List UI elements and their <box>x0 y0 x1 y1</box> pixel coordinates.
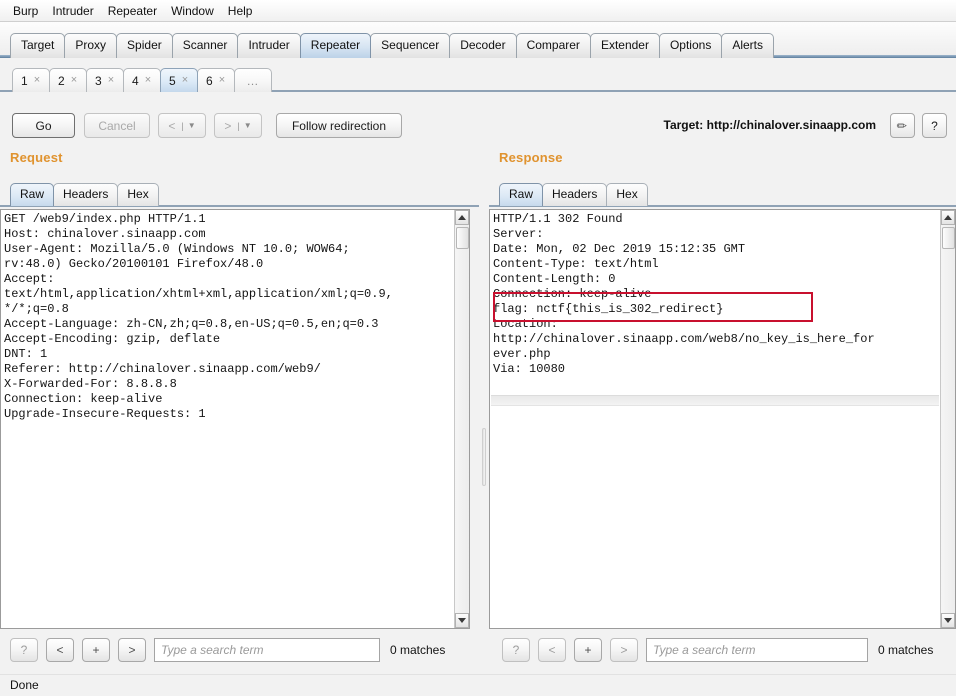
edit-target-button[interactable]: ✎ <box>890 113 915 138</box>
response-search-bar: ? < + > Type a search term 0 matches <box>502 637 952 663</box>
previous-request-button: < | ▼ <box>158 113 206 138</box>
repeater-tab-more[interactable]: … <box>234 68 272 92</box>
response-tab-hex[interactable]: Hex <box>606 183 648 206</box>
menu-item-repeater[interactable]: Repeater <box>101 2 164 20</box>
close-icon[interactable]: × <box>219 75 225 86</box>
response-tab-headers[interactable]: Headers <box>542 183 608 206</box>
response-search-help-button[interactable]: ? <box>502 638 530 662</box>
request-tab-hex[interactable]: Hex <box>117 183 159 206</box>
burp-suite-window: Burp Intruder Repeater Window Help Targe… <box>0 0 956 696</box>
request-title: Request <box>10 150 63 165</box>
response-search-prev-button[interactable]: < <box>538 638 566 662</box>
question-mark-icon: ? <box>931 118 938 133</box>
next-request-button: > | ▼ <box>214 113 262 138</box>
repeater-tab-1[interactable]: 1 × <box>12 68 50 92</box>
tab-repeater[interactable]: Repeater <box>299 33 372 58</box>
go-button[interactable]: Go <box>12 113 75 138</box>
request-search-input[interactable]: Type a search term <box>154 638 380 662</box>
tab-spider[interactable]: Spider <box>116 33 173 58</box>
close-icon[interactable]: × <box>71 75 77 86</box>
request-raw-text: GET /web9/index.php HTTP/1.1 Host: china… <box>4 212 393 421</box>
close-icon[interactable]: × <box>108 75 114 86</box>
close-icon[interactable]: × <box>34 75 40 86</box>
tab-options[interactable]: Options <box>658 33 723 58</box>
close-icon[interactable]: × <box>145 75 151 86</box>
request-tab-headers[interactable]: Headers <box>53 183 119 206</box>
repeater-tab-label: 4 <box>132 73 139 88</box>
menu-bar: Burp Intruder Repeater Window Help <box>0 0 956 22</box>
response-raw-text: HTTP/1.1 302 Found Server: Date: Mon, 02… <box>493 212 875 376</box>
main-tab-strip: Target Proxy Spider Scanner Intruder Rep… <box>0 22 956 58</box>
status-bar: Done <box>0 674 956 696</box>
repeater-tab-strip: 1 × 2 × 3 × 4 × 5 × 6 × … <box>0 58 956 92</box>
follow-redirection-button[interactable]: Follow redirection <box>276 113 402 138</box>
tab-scanner[interactable]: Scanner <box>171 33 239 58</box>
chevron-down-icon: ▼ <box>243 121 252 130</box>
tab-decoder[interactable]: Decoder <box>449 33 517 58</box>
response-search-next-button[interactable]: > <box>610 638 638 662</box>
request-subtabs: Raw Headers Hex <box>10 181 159 206</box>
help-button[interactable]: ? <box>922 113 947 138</box>
repeater-tab-label: 6 <box>206 73 213 88</box>
repeater-tab-6[interactable]: 6 × <box>197 68 235 92</box>
request-match-count: 0 matches <box>390 643 446 657</box>
pencil-icon: ✎ <box>893 116 912 135</box>
request-search-bar: ? < + > Type a search term 0 matches <box>10 637 470 663</box>
request-editor[interactable]: GET /web9/index.php HTTP/1.1 Host: china… <box>0 209 470 629</box>
request-tab-raw[interactable]: Raw <box>10 183 55 206</box>
repeater-tab-3[interactable]: 3 × <box>86 68 124 92</box>
response-editor[interactable]: HTTP/1.1 302 Found Server: Date: Mon, 02… <box>489 209 956 629</box>
request-search-prev-button[interactable]: < <box>46 638 74 662</box>
response-search-add-button[interactable]: + <box>574 638 602 662</box>
repeater-tab-label: 5 <box>169 73 176 88</box>
close-icon[interactable]: × <box>182 75 188 86</box>
tab-comparer[interactable]: Comparer <box>515 33 591 58</box>
tab-intruder[interactable]: Intruder <box>237 33 301 58</box>
scroll-thumb[interactable] <box>942 227 955 249</box>
menu-item-intruder[interactable]: Intruder <box>45 2 100 20</box>
response-search-input[interactable]: Type a search term <box>646 638 868 662</box>
repeater-tab-label: 2 <box>58 73 65 88</box>
repeater-tab-2[interactable]: 2 × <box>49 68 87 92</box>
status-text: Done <box>10 678 39 692</box>
splitter-grip[interactable] <box>482 428 486 486</box>
request-search-next-button[interactable]: > <box>118 638 146 662</box>
repeater-tab-4[interactable]: 4 × <box>123 68 161 92</box>
scroll-down-icon[interactable] <box>455 613 469 628</box>
tab-target[interactable]: Target <box>10 33 66 58</box>
menu-item-window[interactable]: Window <box>164 2 221 20</box>
response-body-separator <box>491 395 939 406</box>
menu-item-help[interactable]: Help <box>221 2 260 20</box>
repeater-tab-label: 3 <box>95 73 102 88</box>
request-search-help-button[interactable]: ? <box>10 638 38 662</box>
tab-alerts[interactable]: Alerts <box>721 33 775 58</box>
repeater-tab-5[interactable]: 5 × <box>160 68 198 92</box>
target-label: Target: http://chinalover.sinaapp.com <box>663 118 876 132</box>
previous-arrow-icon: < <box>168 118 176 133</box>
repeater-tab-label: 1 <box>21 73 28 88</box>
scroll-thumb[interactable] <box>456 227 469 249</box>
tab-sequencer[interactable]: Sequencer <box>370 33 451 58</box>
panel-splitter[interactable] <box>479 150 489 662</box>
next-arrow-icon: > <box>224 118 232 133</box>
divider: | <box>237 120 240 131</box>
response-tab-raw[interactable]: Raw <box>499 183 544 206</box>
response-subtabs: Raw Headers Hex <box>499 181 648 206</box>
cancel-button: Cancel <box>84 113 150 138</box>
tab-proxy[interactable]: Proxy <box>64 33 118 58</box>
tab-extender[interactable]: Extender <box>589 33 660 58</box>
request-search-add-button[interactable]: + <box>82 638 110 662</box>
response-vertical-scrollbar[interactable] <box>940 210 955 628</box>
divider: | <box>181 120 184 131</box>
chevron-down-icon: ▼ <box>187 121 196 130</box>
response-match-count: 0 matches <box>878 643 934 657</box>
scroll-up-icon[interactable] <box>941 210 955 225</box>
scroll-down-icon[interactable] <box>941 613 955 628</box>
request-vertical-scrollbar[interactable] <box>454 210 469 628</box>
menu-item-burp[interactable]: Burp <box>6 2 45 20</box>
scroll-up-icon[interactable] <box>455 210 469 225</box>
response-title: Response <box>499 150 563 165</box>
